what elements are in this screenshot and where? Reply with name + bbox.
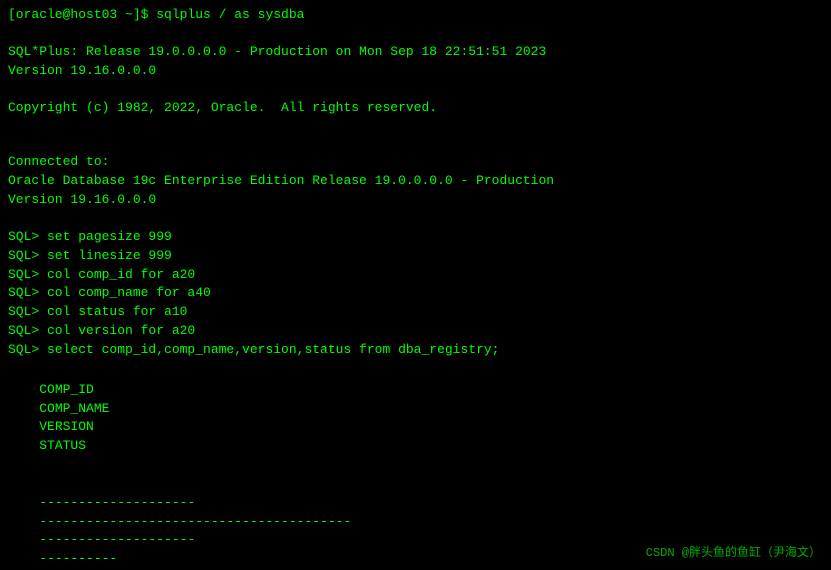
col-header-compid: COMP_ID [39,381,217,400]
empty-line-1 [8,25,823,43]
cmd-select: SQL> select comp_id,comp_name,version,st… [8,341,823,360]
version-line-1: Version 19.16.0.0.0 [8,62,823,81]
col-header-status: STATUS [39,438,86,453]
connected-line: Connected to: [8,153,823,172]
empty-line-5 [8,210,823,228]
empty-line-3 [8,117,823,135]
sep-status: ---------- [39,551,117,566]
sep-compid: -------------------- [39,494,217,513]
empty-line-4 [8,135,823,153]
cmd-col-compname: SQL> col comp_name for a40 [8,284,823,303]
sep-compname: ---------------------------------------- [39,513,387,532]
oracle-db-line: Oracle Database 19c Enterprise Edition R… [8,172,823,191]
version-line-2: Version 19.16.0.0.0 [8,191,823,210]
col-header-compname: COMP_NAME [39,400,387,419]
cmd-linesize: SQL> set linesize 999 [8,247,823,266]
prompt-line: [oracle@host03 ~]$ sqlplus / as sysdba [8,6,823,25]
cmd-col-compid: SQL> col comp_id for a20 [8,266,823,285]
sep-version: -------------------- [39,531,217,550]
cmd-col-status: SQL> col status for a10 [8,303,823,322]
copyright-line: Copyright (c) 1982, 2022, Oracle. All ri… [8,99,823,118]
sqlplus-release-line: SQL*Plus: Release 19.0.0.0.0 - Productio… [8,43,823,62]
terminal: [oracle@host03 ~]$ sqlplus / as sysdba S… [0,0,831,570]
table-header: COMP_ID COMP_NAME VERSION STATUS [8,362,823,475]
cmd-col-version: SQL> col version for a20 [8,322,823,341]
watermark: CSDN @胖头鱼的鱼缸（尹海文） [646,543,821,560]
col-header-version: VERSION [39,418,217,437]
empty-line-2 [8,81,823,99]
cmd-pagesize: SQL> set pagesize 999 [8,228,823,247]
